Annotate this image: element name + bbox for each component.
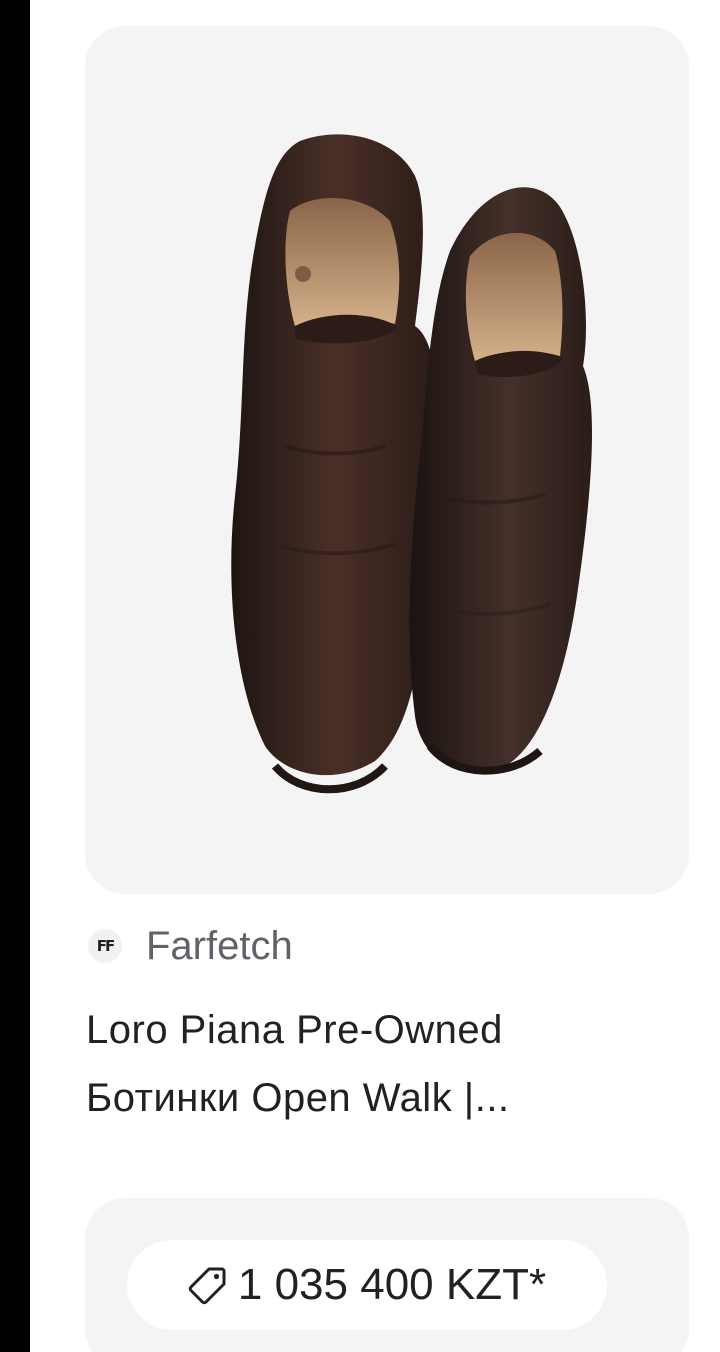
tag-icon — [188, 1267, 226, 1305]
price-panel: 1 035 400 KZT* — [85, 1198, 689, 1352]
left-boot-lining — [285, 198, 400, 326]
left-edge-strip — [0, 0, 30, 1352]
product-card[interactable]: FF Farfetch Loro Piana Pre-Owned Ботинки… — [30, 0, 720, 1352]
right-boot-lining — [465, 232, 563, 361]
product-title-line-1: Loro Piana Pre-Owned — [86, 1008, 503, 1052]
product-title[interactable]: Loro Piana Pre-Owned Ботинки Open Walk |… — [86, 996, 686, 1132]
price-chip[interactable]: 1 035 400 KZT* — [127, 1240, 607, 1330]
product-title-line-2: Ботинки Open Walk |... — [86, 1076, 510, 1120]
product-image[interactable] — [85, 26, 689, 894]
source-name: Farfetch — [146, 923, 293, 968]
boots-illustration — [231, 134, 593, 794]
source-row[interactable]: FF Farfetch — [88, 918, 293, 974]
farfetch-logo-icon: FF — [88, 929, 122, 963]
price-text: 1 035 400 KZT* — [237, 1260, 547, 1309]
